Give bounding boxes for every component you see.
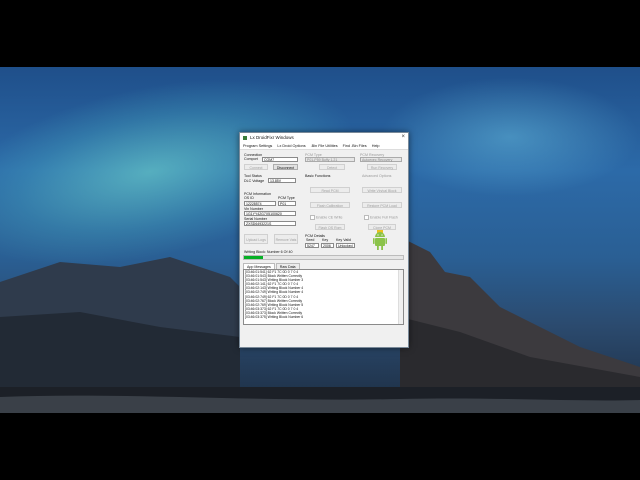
dlc-voltage-label: DLC Voltage <box>244 179 265 183</box>
app-window[interactable]: Lx DroidFixr Windows × Program Settings … <box>239 132 409 348</box>
pcm-type-label: PCM Type <box>278 196 295 200</box>
menu-lx-droid-options[interactable]: Lx Droid Options <box>277 144 305 148</box>
menu-bin-file-utilities[interactable]: .Bin File Utilities <box>311 144 338 148</box>
write-vin-cal-button[interactable]: Write Vin/cal Block <box>362 187 402 193</box>
window-title: Lx DroidFixr Windows <box>250 135 294 140</box>
disconnect-button[interactable]: Disconnect <box>273 164 298 170</box>
enable-full-flash-checkbox[interactable]: Enable Full Flash <box>364 215 398 220</box>
write-progress-bar <box>243 255 404 260</box>
os-id-field: 12228574 <box>244 201 276 206</box>
message-log[interactable]: [03:46:01:541] 62 F1 7C 0D 0 7 0 4 [03:46… <box>243 269 404 325</box>
checkbox-icon <box>364 215 369 220</box>
title-bar[interactable]: Lx DroidFixr Windows × <box>240 133 408 142</box>
basic-functions-heading: Basic Functions <box>305 174 331 178</box>
upload-logs-button[interactable]: Upload Logs <box>244 234 268 244</box>
key-label: Key <box>322 238 329 242</box>
comport-select[interactable]: COM7 <box>262 157 298 162</box>
menu-help[interactable]: Help <box>372 144 380 148</box>
restore-pcm-load-button[interactable]: Restore PCM Load <box>362 202 402 208</box>
recovery-select[interactable]: Autoexec Recovery <box>360 157 402 162</box>
android-icon <box>373 230 387 250</box>
seed-label: Seed <box>306 238 315 242</box>
remove-vats-button[interactable]: Remove Vats <box>274 234 298 244</box>
os-id-label: OS ID <box>244 196 254 200</box>
key-valid-field: Unlocked <box>336 243 355 248</box>
serial-field: ZXSD6493221S <box>244 221 296 226</box>
key-valid-label: Key Valid <box>336 238 351 242</box>
menu-bar: Program Settings Lx Droid Options .Bin F… <box>240 142 408 150</box>
progress-fill <box>244 256 264 259</box>
menu-program-settings[interactable]: Program Settings <box>243 144 272 148</box>
connect-button[interactable]: Connect <box>244 164 268 170</box>
log-line: [03:46:03:375] Writing Block Number 6 <box>245 315 304 320</box>
advanced-options-heading: Advanced Options <box>362 174 392 178</box>
log-lines: [03:46:01:541] 62 F1 7C 0D 0 7 0 4 [03:46… <box>244 270 403 319</box>
flash-os-rom-button[interactable]: Flash OS Rom <box>315 224 345 230</box>
menu-find-bin-files[interactable]: Find .Bin Files <box>343 144 367 148</box>
log-scrollbar[interactable] <box>398 270 403 324</box>
run-recovery-button[interactable]: Run Recovery <box>367 164 397 170</box>
flash-calibration-button[interactable]: Flash Calibration <box>310 202 350 208</box>
pcm-type-field: P01 <box>278 201 296 206</box>
comport-label: Comport <box>244 157 258 161</box>
app-icon <box>243 135 247 140</box>
enable-ce-write-checkbox[interactable]: Enable CE Write <box>310 215 343 220</box>
detect-button[interactable]: Detect <box>319 164 345 170</box>
key-field: 2006 <box>321 243 334 248</box>
checkbox-icon <box>310 215 315 220</box>
dlc-voltage-value: 13.85V <box>268 178 296 183</box>
close-icon[interactable]: × <box>401 134 405 141</box>
enable-ce-write-label: Enable CE Write <box>316 215 343 220</box>
pcm-type-select[interactable]: P01-P59 Buffy 1.21 <box>305 157 355 162</box>
enable-full-flash-label: Enable Full Flash <box>370 215 398 220</box>
read-pcm-button[interactable]: Read PCM <box>310 187 350 193</box>
tool-status-heading: Tool Status <box>244 174 262 178</box>
progress-label: Writing Block: Number 6 Of 40 <box>244 250 293 254</box>
vin-field: 1G1YY42G7X5100620 <box>244 211 296 216</box>
seed-field: 5247 <box>305 243 319 248</box>
